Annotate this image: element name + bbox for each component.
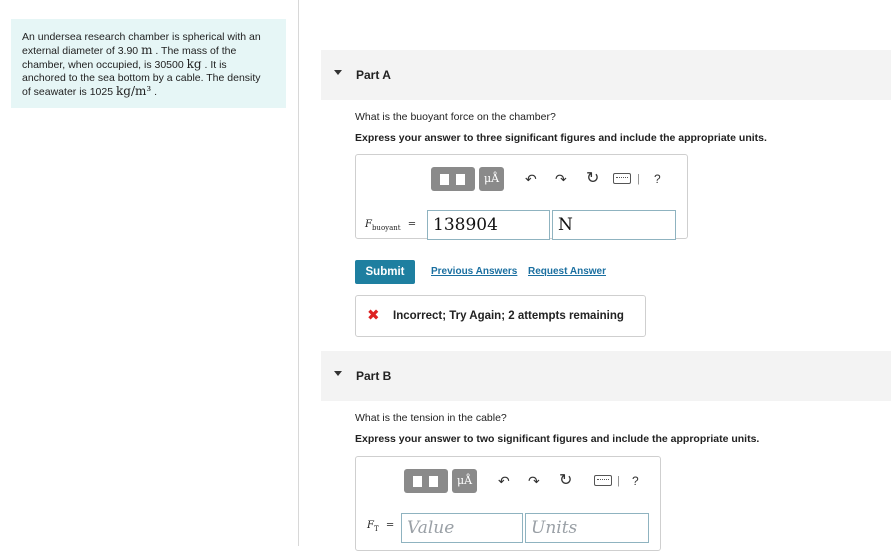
problem-statement: An undersea research chamber is spherica… xyxy=(11,19,286,108)
label-symbol: F xyxy=(367,520,374,531)
feedback-box: ✖ Incorrect; Try Again; 2 attempts remai… xyxy=(355,295,646,337)
collapse-triangle-icon[interactable] xyxy=(334,371,342,376)
problem-line: external diameter of 3.90 m . The mass o… xyxy=(22,44,276,58)
equals-sign: = xyxy=(385,520,395,531)
redo-icon[interactable]: ↷ xyxy=(528,471,540,491)
template-box-icon xyxy=(413,476,422,487)
undo-icon[interactable]: ↶ xyxy=(525,169,537,189)
template-box-icon xyxy=(429,476,438,487)
redo-icon[interactable]: ↷ xyxy=(555,169,567,189)
part-b-answer-panel: μÅ ↶ ↷ ↻ | ? FT = Value Units xyxy=(355,456,661,551)
problem-text: external diameter of 3.90 xyxy=(22,45,139,57)
incorrect-icon: ✖ xyxy=(367,307,380,324)
feedback-message: Incorrect; Try Again; 2 attempts remaini… xyxy=(393,310,624,322)
reset-icon[interactable]: ↻ xyxy=(559,471,572,491)
template-button[interactable] xyxy=(431,167,475,191)
template-box-icon xyxy=(456,174,465,185)
problem-text: of seawater is 1025 xyxy=(22,86,114,98)
f-tension-label: FT = xyxy=(367,520,394,533)
part-a-title: Part A xyxy=(356,68,391,82)
problem-line: chamber, when occupied, is 30500 kg . It… xyxy=(22,58,276,72)
keyboard-icon[interactable] xyxy=(594,475,612,486)
undo-icon[interactable]: ↶ xyxy=(498,471,510,491)
request-answer-link[interactable]: Request Answer xyxy=(528,266,606,277)
part-b-header[interactable]: Part B xyxy=(321,351,891,401)
f-buoyant-label: Fbuoyant = xyxy=(365,219,416,232)
previous-answers-link[interactable]: Previous Answers xyxy=(431,266,517,277)
template-box-icon xyxy=(440,174,449,185)
help-icon[interactable]: ? xyxy=(654,169,661,189)
unit-meter: m xyxy=(141,43,153,57)
units-input[interactable]: Units xyxy=(525,513,649,543)
submit-button[interactable]: Submit xyxy=(355,260,415,284)
units-button[interactable]: μÅ xyxy=(452,469,477,493)
unit-kilogram: kg xyxy=(186,57,202,71)
keyboard-icon[interactable] xyxy=(613,173,631,184)
part-a-question: What is the buoyant force on the chamber… xyxy=(355,111,556,123)
label-subscript: T xyxy=(373,525,379,533)
collapse-triangle-icon[interactable] xyxy=(334,70,342,75)
part-b-question: What is the tension in the cable? xyxy=(355,412,507,424)
part-b-title: Part B xyxy=(356,369,392,383)
toolbar-separator: | xyxy=(617,475,620,487)
part-a-instruction: Express your answer to three significant… xyxy=(355,132,767,144)
problem-text: . It is xyxy=(204,59,227,71)
unit-density: kg/m³ xyxy=(115,84,152,98)
part-a-header[interactable]: Part A xyxy=(321,50,891,100)
problem-text: chamber, when occupied, is 30500 xyxy=(22,59,184,71)
problem-line: of seawater is 1025 kg/m³ . xyxy=(22,85,276,99)
toolbar-separator: | xyxy=(637,173,640,185)
part-a-answer-panel: μÅ ↶ ↷ ↻ | ? Fbuoyant = 138904 N xyxy=(355,154,688,240)
label-symbol: F xyxy=(365,219,372,230)
value-input[interactable]: Value xyxy=(401,513,523,543)
problem-text: . The mass of the xyxy=(155,45,237,57)
problem-text: . xyxy=(154,86,158,98)
column-divider xyxy=(298,0,299,546)
label-subscript: buoyant xyxy=(371,224,401,232)
equals-sign: = xyxy=(407,219,417,230)
part-b-instruction: Express your answer to two significant f… xyxy=(355,433,760,445)
units-button[interactable]: μÅ xyxy=(479,167,504,191)
units-input[interactable]: N xyxy=(552,210,676,240)
template-button[interactable] xyxy=(404,469,448,493)
reset-icon[interactable]: ↻ xyxy=(586,169,599,189)
value-input[interactable]: 138904 xyxy=(427,210,550,240)
help-icon[interactable]: ? xyxy=(632,471,639,491)
